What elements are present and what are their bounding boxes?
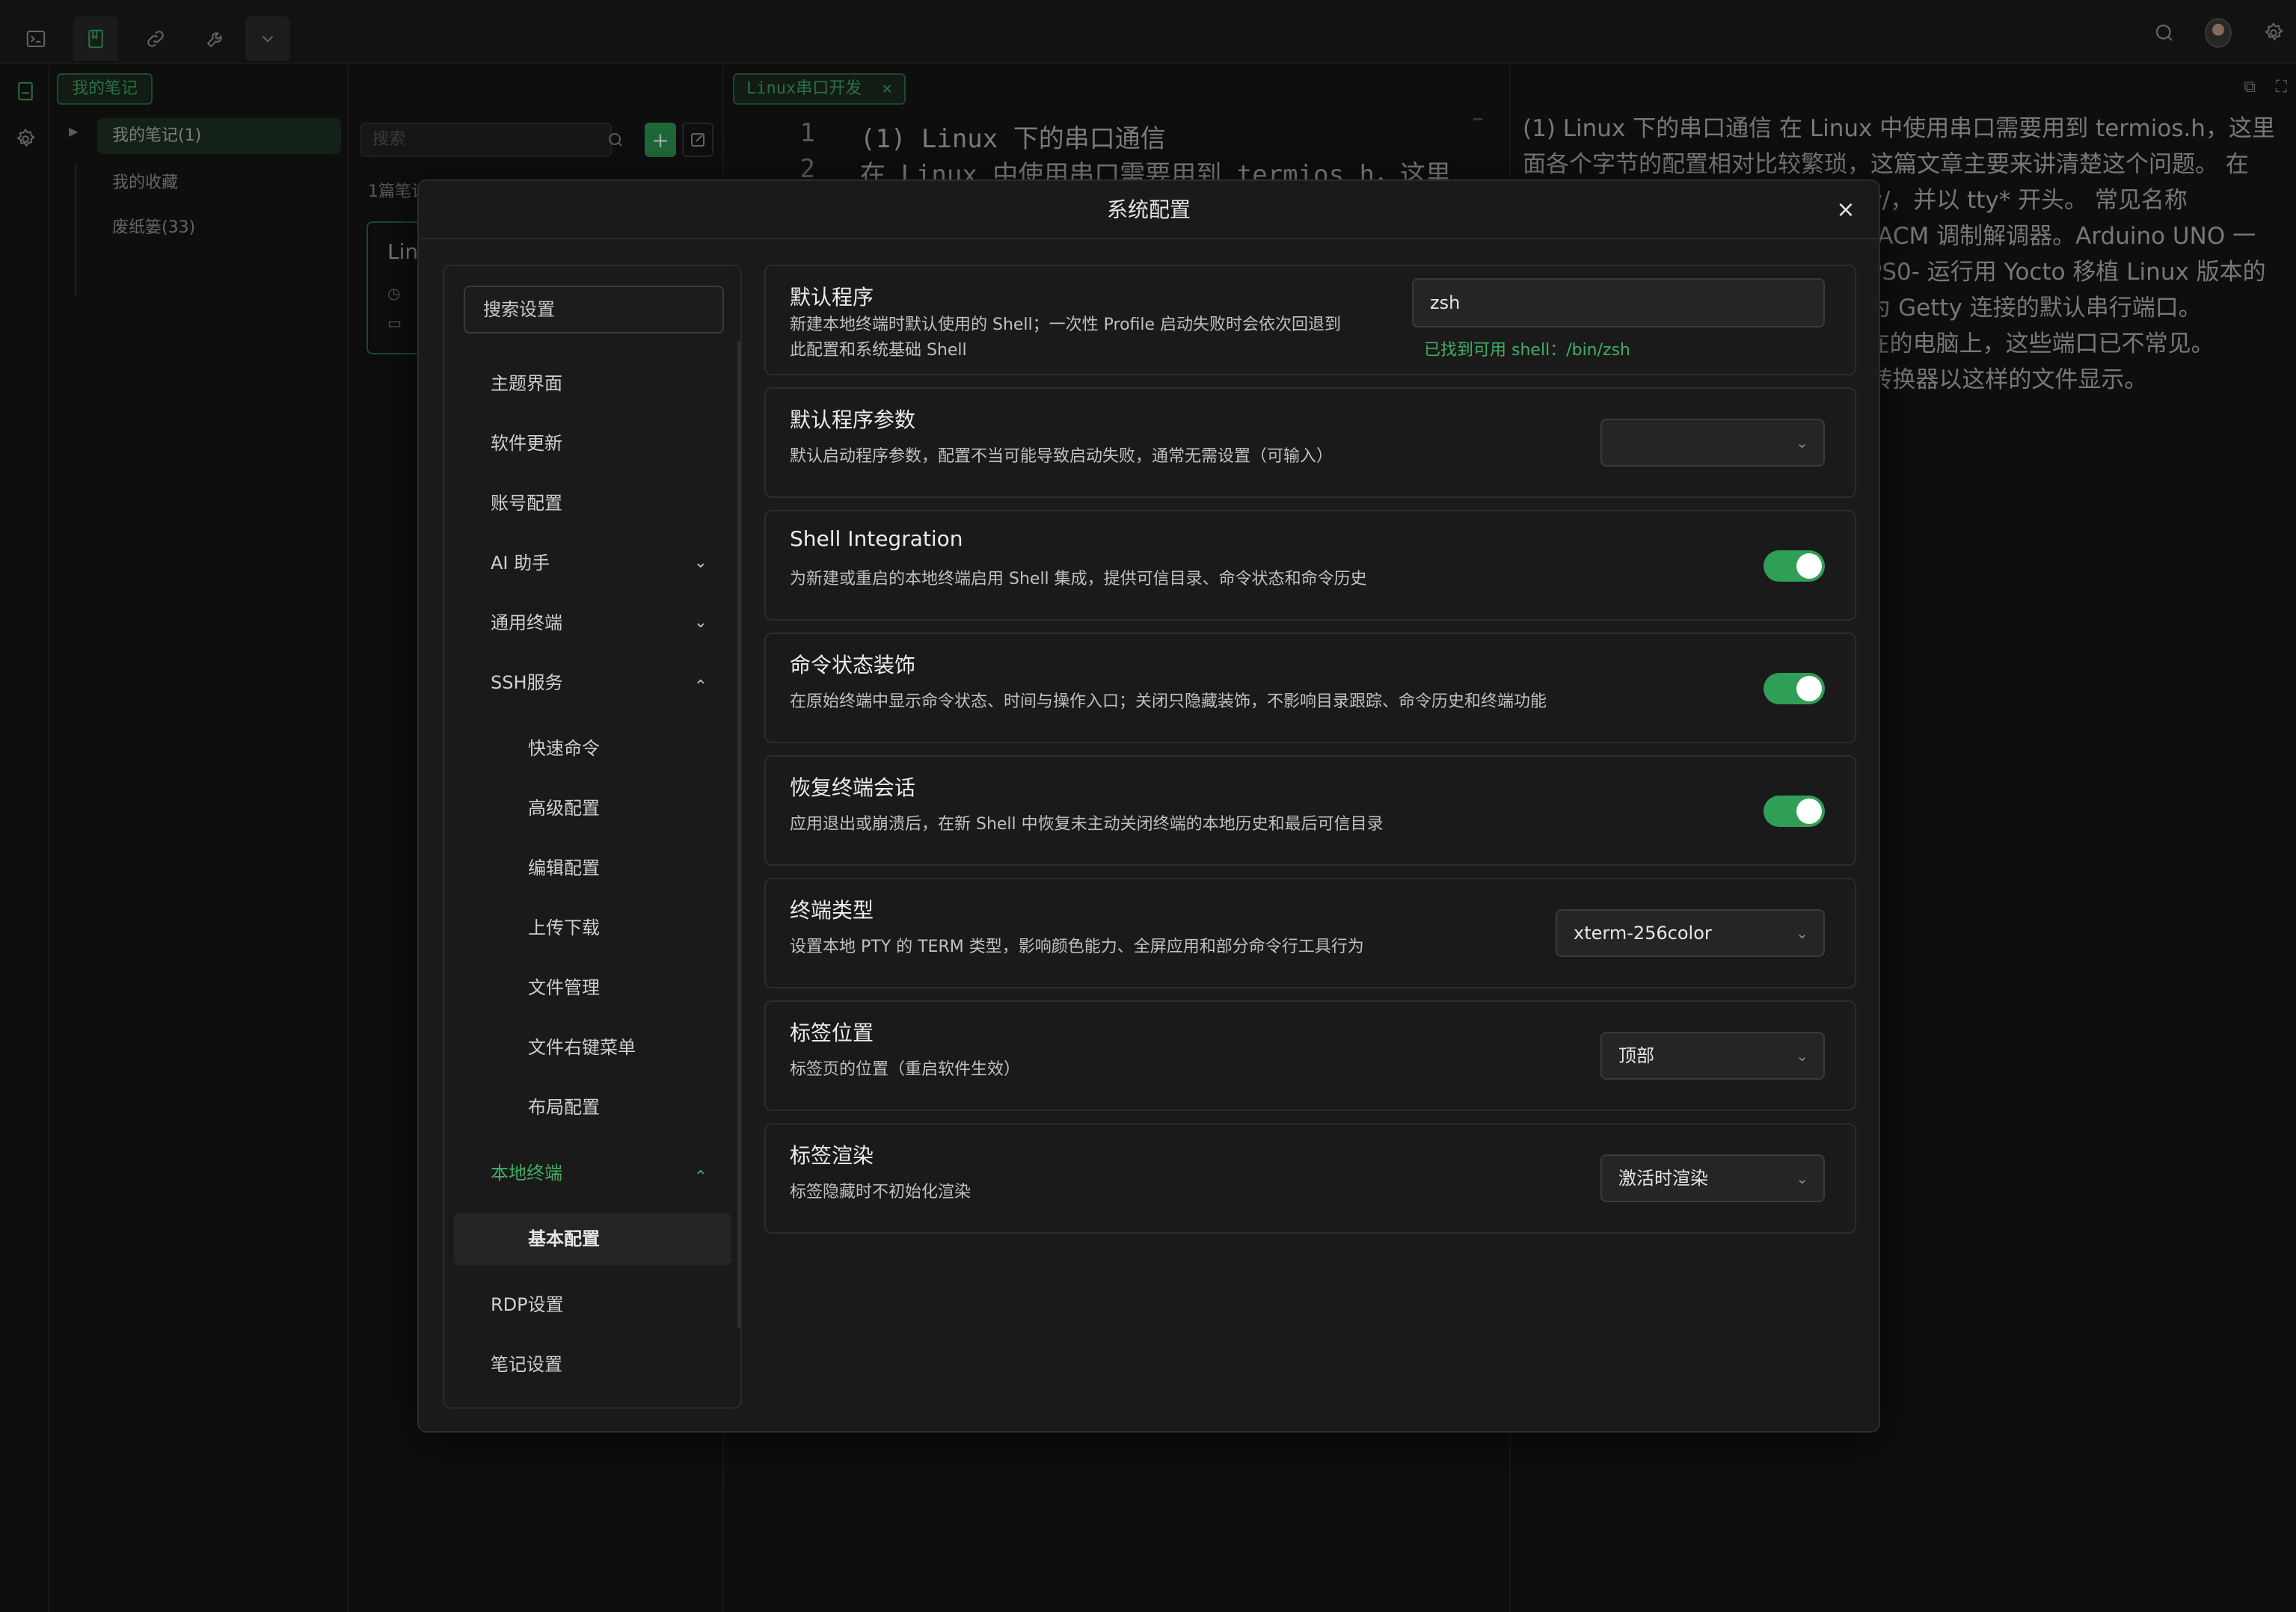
- setting-terminal-type: 终端类型 设置本地 PTY 的 TERM 类型，影响颜色能力、全屏应用和部分命令…: [764, 878, 1856, 988]
- chevron-down-icon: ⌄: [1796, 1047, 1808, 1065]
- nav-label: 通用终端: [491, 612, 562, 633]
- nav-local-terminal[interactable]: 本地终端 ⌃: [453, 1147, 731, 1199]
- setting-shell-integration: Shell Integration 为新建或重启的本地终端启用 Shell 集成…: [764, 510, 1856, 621]
- select-value: xterm-256color: [1574, 923, 1712, 944]
- setting-description: 为新建或重启的本地终端启用 Shell 集成，提供可信目录、命令状态和命令历史: [790, 570, 1367, 588]
- nav-label: AI 助手: [491, 553, 550, 573]
- select-value: 激活时渲染: [1618, 1168, 1708, 1189]
- chevron-up-icon: ⌃: [693, 677, 707, 696]
- setting-title: 恢复终端会话: [790, 775, 916, 800]
- shell-found-hint: 已找到可用 shell：/bin/zsh: [1424, 341, 1630, 360]
- default-program-input[interactable]: zsh: [1412, 278, 1825, 327]
- setting-title: 默认程序参数: [790, 407, 916, 432]
- nav-label: 笔记设置: [491, 1354, 562, 1375]
- setting-description: 标签页的位置（重启软件生效）: [790, 1060, 1021, 1079]
- chevron-down-icon: ⌄: [1796, 924, 1808, 942]
- nav-label: 文件管理: [528, 977, 600, 998]
- chevron-down-icon: ⌄: [693, 613, 707, 632]
- setting-description: 设置本地 PTY 的 TERM 类型，影响颜色能力、全屏应用和部分命令行工具行为: [790, 938, 1364, 956]
- nav-basic-config[interactable]: 基本配置: [453, 1213, 731, 1265]
- nav-label: 本地终端: [491, 1163, 562, 1184]
- dialog-title: 系统配置: [1106, 197, 1191, 222]
- terminal-type-select[interactable]: xterm-256color ⌄: [1556, 909, 1825, 957]
- program-args-select[interactable]: ⌄: [1600, 419, 1825, 467]
- setting-description: 应用退出或崩溃后，在新 Shell 中恢复未主动关闭终端的本地历史和最后可信目录: [790, 815, 1384, 834]
- setting-restore-session: 恢复终端会话 应用退出或崩溃后，在新 Shell 中恢复未主动关闭终端的本地历史…: [764, 755, 1856, 866]
- dialog-header: 系统配置 ×: [419, 181, 1879, 239]
- chevron-down-icon: ⌄: [693, 553, 707, 572]
- tab-render-select[interactable]: 激活时渲染 ⌄: [1600, 1154, 1825, 1202]
- nav-editor-config[interactable]: 编辑配置: [453, 842, 731, 894]
- close-icon[interactable]: ×: [1834, 199, 1858, 223]
- select-value: 顶部: [1618, 1045, 1654, 1066]
- setting-title: 默认程序: [790, 285, 874, 310]
- nav-label: RDP设置: [491, 1294, 564, 1315]
- setting-description-line: 此配置和系统基础 Shell: [790, 341, 967, 360]
- nav-label: 编辑配置: [528, 858, 600, 879]
- settings-search-input[interactable]: 搜索设置: [464, 286, 724, 333]
- nav-layout-config[interactable]: 布局配置: [453, 1081, 731, 1133]
- nav-ai-assistant[interactable]: AI 助手 ⌄: [453, 537, 731, 589]
- tab-position-select[interactable]: 顶部 ⌄: [1600, 1032, 1825, 1080]
- setting-title: 标签位置: [790, 1021, 874, 1045]
- setting-title: Shell Integration: [790, 526, 963, 551]
- nav-label: 上传下载: [528, 917, 600, 938]
- nav-ssh-service[interactable]: SSH服务 ⌃: [453, 656, 731, 709]
- nav-file-context-menu[interactable]: 文件右键菜单: [453, 1021, 731, 1074]
- nav-label: 高级配置: [528, 798, 600, 819]
- command-status-toggle[interactable]: [1764, 673, 1825, 704]
- nav-label: 主题界面: [491, 373, 562, 394]
- nav-label: 布局配置: [528, 1097, 600, 1118]
- nav-general-terminal[interactable]: 通用终端 ⌄: [453, 597, 731, 649]
- setting-default-program-args: 默认程序参数 默认启动程序参数，配置不当可能导致启动失败，通常无需设置（可输入）…: [764, 387, 1856, 498]
- setting-tab-render: 标签渲染 标签隐藏时不初始化渲染 激活时渲染 ⌄: [764, 1123, 1856, 1234]
- nav-label: SSH服务: [491, 672, 563, 693]
- nav-advanced-config[interactable]: 高级配置: [453, 782, 731, 834]
- setting-title: 标签渲染: [790, 1143, 874, 1168]
- setting-description-line: 新建本地终端时默认使用的 Shell；一次性 Profile 启动失败时会依次回…: [790, 316, 1342, 334]
- setting-description: 标签隐藏时不初始化渲染: [790, 1183, 971, 1202]
- nav-account[interactable]: 账号配置: [453, 477, 731, 529]
- nav-rdp-settings[interactable]: RDP设置: [453, 1279, 731, 1331]
- settings-dialog: 系统配置 × 搜索设置 主题界面 软件更新 账号配置 AI 助手 ⌄ 通用终端 ⌄ …: [417, 179, 1880, 1433]
- setting-default-program: 默认程序 新建本地终端时默认使用的 Shell；一次性 Profile 启动失败…: [764, 265, 1856, 375]
- setting-title: 命令状态装饰: [790, 653, 916, 677]
- setting-title: 终端类型: [790, 898, 874, 923]
- chevron-down-icon: ⌄: [1796, 1169, 1808, 1187]
- nav-upload-download[interactable]: 上传下载: [453, 902, 731, 954]
- restore-session-toggle[interactable]: [1764, 796, 1825, 827]
- shell-integration-toggle[interactable]: [1764, 550, 1825, 582]
- setting-description: 在原始终端中显示命令状态、时间与操作入口；关闭只隐藏装饰，不影响目录跟踪、命令历…: [790, 692, 1547, 711]
- nav-note-settings[interactable]: 笔记设置: [453, 1338, 731, 1391]
- nav-label: 基本配置: [528, 1228, 600, 1249]
- settings-sidebar: 搜索设置 主题界面 软件更新 账号配置 AI 助手 ⌄ 通用终端 ⌄ SSH服务 ⌃ …: [443, 265, 742, 1409]
- sidebar-scrollbar[interactable]: [737, 341, 740, 1328]
- nav-quick-commands[interactable]: 快速命令: [453, 722, 731, 775]
- nav-file-manager[interactable]: 文件管理: [453, 962, 731, 1014]
- nav-label: 账号配置: [491, 493, 562, 514]
- nav-theme[interactable]: 主题界面: [453, 357, 731, 410]
- setting-description: 默认启动程序参数，配置不当可能导致启动失败，通常无需设置（可输入）: [790, 447, 1333, 466]
- nav-label: 快速命令: [528, 738, 600, 759]
- setting-tab-position: 标签位置 标签页的位置（重启软件生效） 顶部 ⌄: [764, 1000, 1856, 1111]
- setting-description: 新建本地终端时默认使用的 Shell；一次性 Profile 启动失败时会依次回…: [790, 313, 1341, 363]
- chevron-down-icon: ⌄: [1796, 434, 1808, 452]
- nav-label: 软件更新: [491, 433, 562, 454]
- chevron-up-icon: ⌃: [693, 1168, 707, 1187]
- nav-label: 文件右键菜单: [528, 1037, 636, 1058]
- nav-software-update[interactable]: 软件更新: [453, 417, 731, 470]
- setting-command-status-decoration: 命令状态装饰 在原始终端中显示命令状态、时间与操作入口；关闭只隐藏装饰，不影响目…: [764, 633, 1856, 743]
